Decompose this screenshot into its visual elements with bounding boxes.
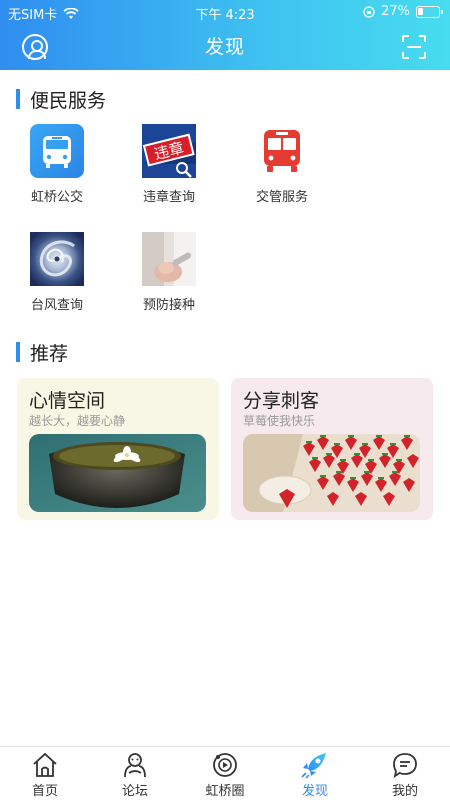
typhoon-icon [30,232,84,286]
rocket-icon [301,753,326,779]
tab-circle[interactable]: 虹桥圈 [180,751,270,799]
traffic-bus-icon [255,124,309,178]
service-bus[interactable]: 虹桥公交 [12,124,102,205]
battery-percent: 27% [381,4,410,19]
card-subtitle: 越长大，越要心静 [29,414,126,428]
tab-mine[interactable]: 我的 [360,751,450,799]
service-vaccination[interactable]: 预防接种 [124,232,214,313]
tab-forum[interactable]: 论坛 [90,751,180,799]
chat-icon [393,753,417,778]
card-title: 分享刺客 [243,390,320,412]
service-violation[interactable]: 违章 违章查询 [124,124,214,205]
tab-discover[interactable]: 发现 [270,751,360,799]
tab-label: 论坛 [121,784,148,799]
battery-fill [418,7,423,15]
card-subtitle: 草莓使我快乐 [243,414,316,428]
service-label: 违章查询 [142,190,195,205]
tab-label: 我的 [391,784,418,799]
scan-icon[interactable] [402,35,426,59]
bus-icon [30,124,84,178]
section-title-recommend: 推荐 [16,339,68,366]
service-label: 台风查询 [30,298,83,313]
header: 无SIM卡 下午 4:23 27% 发现 [0,0,450,70]
service-traffic[interactable]: 交管服务 [237,124,327,205]
card-image-tea [29,434,206,512]
service-label: 虹桥公交 [30,190,83,205]
tab-bar: 首页 论坛 虹桥圈 发现 我的 [0,746,450,800]
tab-home[interactable]: 首页 [0,751,90,799]
forum-icon [124,753,146,778]
service-typhoon[interactable]: 台风查询 [12,232,102,313]
section-title-services: 便民服务 [16,86,106,113]
card-mood-space[interactable]: 心情空间 越长大，越要心静 [17,378,219,520]
tab-label: 发现 [301,784,328,799]
circle-icon [213,753,237,777]
battery-icon [416,5,443,18]
orientation-lock-icon [363,5,375,18]
card-title: 心情空间 [29,390,106,412]
vaccination-icon [142,232,196,286]
home-icon [33,752,57,777]
card-share[interactable]: 分享刺客 草莓使我快乐 [231,378,433,520]
service-label: 预防接种 [142,298,195,313]
card-image-strawberries [243,434,420,512]
tab-label: 虹桥圈 [205,784,245,799]
page-title: 发现 [204,36,245,58]
violation-icon: 违章 [142,124,196,178]
service-label: 交管服务 [255,190,308,205]
status-bar: 无SIM卡 下午 4:23 27% [0,0,450,24]
tab-label: 首页 [31,784,58,799]
